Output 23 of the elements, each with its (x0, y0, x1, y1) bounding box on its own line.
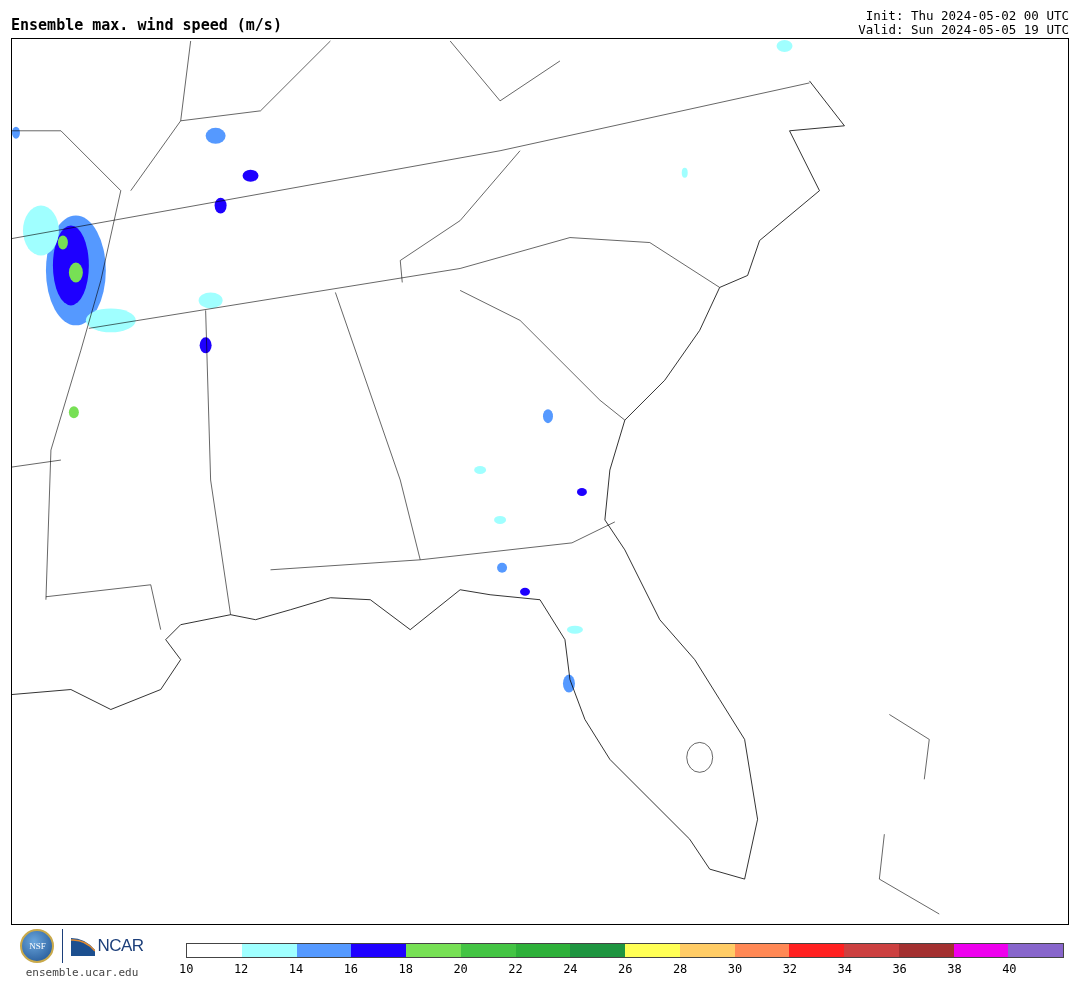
tick-label: 34 (837, 962, 852, 976)
nsf-logo: NSF (20, 929, 55, 963)
tick-label: 24 (563, 962, 578, 976)
swoosh-icon (71, 936, 96, 956)
tick-label: 30 (727, 962, 743, 976)
ncar-logo: NCAR (97, 936, 144, 956)
chart-title: Ensemble max. wind speed (m/s) (11, 16, 282, 36)
tick-label: 18 (398, 962, 413, 976)
tick-label: 22 (508, 962, 523, 976)
tick-label: 14 (288, 962, 304, 976)
site-url: ensemble.ucar.edu (25, 966, 139, 979)
tick-label: 40 (1002, 962, 1017, 976)
valid-time: Valid: Sun 2024-05-05 19 UTC (858, 23, 1069, 37)
tick-label: 36 (892, 962, 907, 976)
init-time: Init: Thu 2024-05-02 00 UTC (865, 9, 1069, 23)
tick-label: 28 (672, 962, 688, 976)
tick-label: 10 (179, 962, 194, 976)
tick-label: 16 (343, 962, 359, 976)
tick-label: 12 (233, 962, 249, 976)
tick-label: 20 (453, 962, 468, 976)
tick-label: 32 (782, 962, 798, 976)
tick-label: 26 (618, 962, 633, 976)
tick-label: 38 (947, 962, 962, 976)
